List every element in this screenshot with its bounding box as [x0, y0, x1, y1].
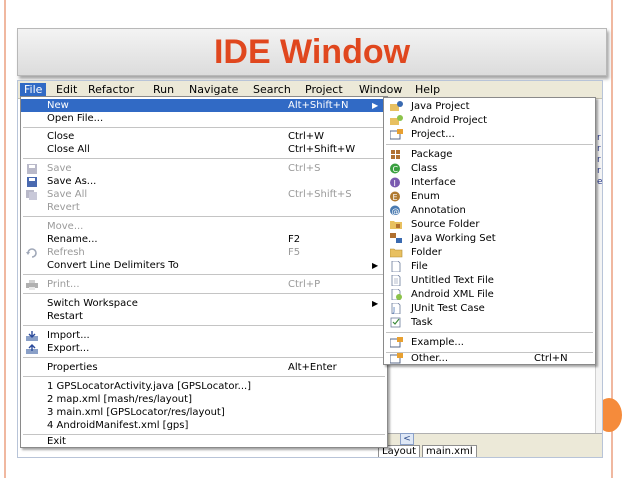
submenu-item-task[interactable]: Task	[384, 316, 595, 329]
submenu-item-other[interactable]: Other... Ctrl+N	[384, 352, 595, 365]
submenu-item-source-folder[interactable]: Source Folder	[384, 218, 595, 231]
submenu-item-junit-test-case[interactable]: J JUnit Test Case	[384, 302, 595, 315]
new-submenu: Java Project Android Project Project... …	[383, 97, 596, 365]
menu-separator	[23, 274, 385, 275]
menu-item-exit[interactable]: Exit	[21, 435, 387, 448]
submenu-item-package[interactable]: Package	[384, 148, 595, 161]
save-as-icon	[27, 177, 37, 187]
menu-item-export[interactable]: Export...	[21, 342, 387, 355]
menu-item-properties[interactable]: Properties Alt+Enter	[21, 361, 387, 374]
submenu-item-example[interactable]: Example...	[384, 336, 595, 349]
interface-icon: I	[390, 177, 400, 188]
save-all-icon	[26, 190, 37, 200]
menu-separator	[23, 158, 385, 159]
menu-item-refresh[interactable]: Refresh F5	[21, 246, 387, 259]
enum-icon: E	[390, 191, 400, 202]
menu-item-save[interactable]: Save Ctrl+S	[21, 162, 387, 175]
menu-separator	[23, 293, 385, 294]
submenu-arrow-icon: ▶	[372, 299, 379, 308]
menu-item-switch-workspace[interactable]: Switch Workspace ▶	[21, 297, 387, 310]
submenu-item-interface[interactable]: I Interface	[384, 176, 595, 189]
menu-separator	[23, 376, 385, 377]
svg-text:J: J	[392, 306, 395, 314]
editor-edge-text: r r r r e	[597, 133, 603, 187]
svg-text:I: I	[394, 179, 396, 188]
menu-item-close-all[interactable]: Close All Ctrl+Shift+W	[21, 143, 387, 156]
submenu-arrow-icon: ▶	[372, 101, 379, 110]
menu-item-close[interactable]: Close Ctrl+W	[21, 130, 387, 143]
menu-separator	[23, 357, 385, 358]
submenu-separator	[386, 144, 593, 145]
menu-item-move[interactable]: Move...	[21, 220, 387, 233]
java-project-icon	[390, 101, 403, 111]
menu-item-restart[interactable]: Restart	[21, 310, 387, 323]
menu-item-rename[interactable]: Rename... F2	[21, 233, 387, 246]
submenu-separator	[386, 332, 593, 333]
submenu-item-untitled-text-file[interactable]: Untitled Text File	[384, 274, 595, 287]
task-icon	[390, 317, 401, 328]
menu-item-new[interactable]: New Alt+Shift+N ▶	[21, 99, 387, 112]
submenu-item-folder[interactable]: Folder	[384, 246, 595, 259]
recent-file-4[interactable]: 4 AndroidManifest.xml [gps]	[21, 419, 387, 432]
package-icon	[391, 150, 400, 159]
menu-separator	[23, 325, 385, 326]
svg-text:@: @	[392, 207, 400, 216]
menu-item-revert[interactable]: Revert	[21, 201, 387, 214]
submenu-item-android-project[interactable]: Android Project	[384, 114, 595, 127]
example-icon	[390, 337, 403, 348]
submenu-item-class[interactable]: C Class	[384, 162, 595, 175]
text-file-icon	[391, 275, 401, 286]
menu-separator	[23, 216, 385, 217]
scroll-left-button[interactable]: <	[400, 433, 414, 445]
submenu-item-enum[interactable]: E Enum	[384, 190, 595, 203]
folder-icon	[390, 248, 403, 258]
submenu-item-java-project[interactable]: Java Project	[384, 100, 595, 113]
menu-item-print[interactable]: Print... Ctrl+P	[21, 278, 387, 291]
submenu-item-file[interactable]: File	[384, 260, 595, 273]
menu-help[interactable]: Help	[411, 83, 444, 98]
android-project-icon	[390, 115, 403, 125]
slide-border-left	[4, 0, 6, 478]
file-menu: New Alt+Shift+N ▶ Open File... Close Ctr…	[20, 96, 388, 448]
submenu-item-project[interactable]: Project...	[384, 128, 595, 141]
menu-item-save-as[interactable]: Save As...	[21, 175, 387, 188]
export-icon	[26, 344, 38, 354]
svg-text:E: E	[393, 193, 398, 202]
save-icon	[27, 164, 37, 174]
project-icon	[390, 129, 403, 140]
menu-item-import[interactable]: Import...	[21, 329, 387, 342]
svg-text:C: C	[393, 165, 399, 174]
menu-separator	[23, 127, 385, 128]
menu-item-convert-line-delimiters[interactable]: Convert Line Delimiters To ▶	[21, 259, 387, 272]
junit-icon: J	[391, 303, 401, 314]
title-banner: IDE Window	[17, 28, 607, 76]
recent-file-1[interactable]: 1 GPSLocatorActivity.java [GPSLocator...…	[21, 380, 387, 393]
other-icon	[390, 353, 403, 364]
recent-file-2[interactable]: 2 map.xml [mash/res/layout]	[21, 393, 387, 406]
submenu-item-annotation[interactable]: @ Annotation	[384, 204, 595, 217]
file-icon	[391, 261, 401, 272]
tab-main-xml[interactable]: main.xml	[422, 445, 477, 457]
menu-item-open-file[interactable]: Open File...	[21, 112, 387, 125]
submenu-item-java-working-set[interactable]: Java Working Set	[384, 232, 595, 245]
submenu-item-android-xml-file[interactable]: Android XML File	[384, 288, 595, 301]
working-set-icon	[390, 233, 402, 243]
annotation-icon: @	[390, 205, 400, 216]
import-icon	[26, 331, 38, 341]
submenu-arrow-icon: ▶	[372, 261, 379, 270]
print-icon	[26, 280, 38, 290]
slide-title: IDE Window	[213, 33, 411, 71]
refresh-icon	[26, 248, 37, 258]
android-xml-icon	[391, 289, 402, 300]
editor-tabs: Layout main.xml	[378, 445, 479, 457]
recent-file-3[interactable]: 3 main.xml [GPSLocator/res/layout]	[21, 406, 387, 419]
menu-item-save-all[interactable]: Save All Ctrl+Shift+S	[21, 188, 387, 201]
source-folder-icon	[390, 221, 402, 229]
class-icon: C	[390, 163, 400, 174]
